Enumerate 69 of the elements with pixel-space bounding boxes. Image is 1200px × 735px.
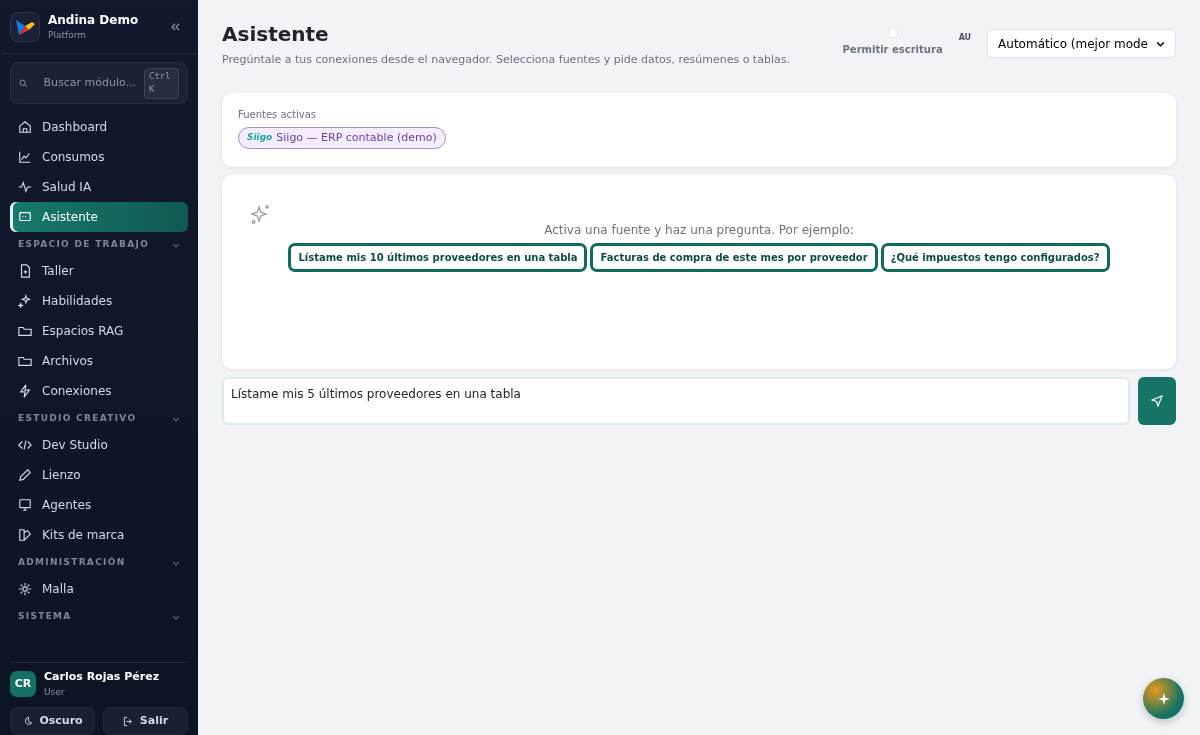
send-icon: [1151, 394, 1163, 407]
section-heading: ADMINISTRACIÓN: [18, 556, 126, 570]
model-select[interactable]: Automático (mejor mode: [987, 29, 1176, 58]
write-label: Permitir escritura: [842, 43, 943, 57]
nav-item[interactable]: Consumos: [10, 142, 188, 172]
brand-subtitle: Platform: [48, 28, 87, 42]
moon-icon: [22, 715, 34, 727]
nav-item[interactable]: Archivos: [10, 346, 188, 376]
nav-item[interactable]: Asistente: [10, 202, 188, 232]
user-name: Carlos Rojas Pérez: [44, 669, 160, 685]
nav-icon: [18, 180, 32, 194]
nav-icon: [18, 498, 32, 512]
user-avatar: CR: [10, 671, 36, 697]
nav-icon: [18, 120, 32, 134]
write-checkbox[interactable]: [887, 28, 898, 38]
nav-item[interactable]: Conexiones: [10, 376, 188, 406]
chevron-icon[interactable]: [172, 613, 180, 621]
chevron-icon[interactable]: [172, 559, 180, 567]
page-subtitle: Pregúntale a tus conexiones desde el navegador. Selecciona fuentes y pide datos, resúmenes o tablas.: [222, 52, 790, 68]
sparkle-icon: [250, 202, 272, 225]
brand-name: Andina Demo: [48, 11, 140, 29]
nav-item[interactable]: Malla: [10, 574, 188, 604]
nav-icon: [18, 582, 32, 596]
nav-icon: [18, 468, 32, 482]
empty-prompt: Activa una fuente y haz una pregunta. Por ejemplo:: [543, 221, 855, 239]
search-field[interactable]: Buscar módulo... Ctrl K: [10, 62, 188, 104]
bird-logo-icon: [10, 11, 40, 42]
chevron-icon[interactable]: [172, 415, 180, 423]
assistant-orb-button[interactable]: [1143, 678, 1184, 719]
source-chip[interactable]: Siigo Siigo — ERP contable (demo): [238, 126, 446, 149]
shortcut-key: Ctrl K: [144, 67, 179, 99]
nav-item[interactable]: Taller: [10, 256, 188, 286]
example-button[interactable]: ¿Qué impuestos tengo configurados?: [880, 242, 1110, 272]
nav-item[interactable]: Habilidades: [10, 286, 188, 316]
chevron-icon[interactable]: [172, 241, 180, 249]
source-logo: Siigo: [247, 131, 273, 144]
message-input[interactable]: Lístame mis 5 últimos proveedores en una tabla: [222, 376, 1130, 425]
nav-icon: [18, 438, 32, 452]
send-button[interactable]: [1138, 376, 1176, 425]
nav-icon: [18, 384, 32, 398]
section-heading: SISTEMA: [18, 610, 72, 624]
nav-item[interactable]: Agentes: [10, 490, 188, 520]
section-heading: ESPACIO DE TRABAJO: [18, 238, 150, 252]
nav-icon: [18, 210, 32, 224]
page-title: Asistente: [222, 22, 330, 46]
nav-icon: [18, 528, 32, 542]
nav-item[interactable]: Espacios RAG: [10, 316, 188, 346]
nav-item[interactable]: Lienzo: [10, 460, 188, 490]
nav-icon: [18, 354, 32, 368]
search-icon: [19, 77, 28, 89]
collapse-icon[interactable]: [170, 21, 180, 32]
model-label: AU: [958, 32, 972, 44]
example-button[interactable]: Lístame mis 10 últimos proveedores en una tabla: [288, 242, 588, 272]
section-heading: ESTUDIO CREATIVO: [18, 412, 137, 426]
nav-icon: [18, 294, 32, 308]
chevron-icon: [1156, 39, 1165, 48]
logout-button[interactable]: Salir: [103, 707, 188, 735]
nav-icon: [18, 150, 32, 164]
user-role: User: [44, 685, 66, 699]
nav-icon: [18, 264, 32, 278]
sources-title: Fuentes activas: [238, 107, 318, 122]
nav-item[interactable]: Salud IA: [10, 172, 188, 202]
nav-item[interactable]: Dev Studio: [10, 430, 188, 460]
nav-icon: [18, 324, 32, 338]
example-button[interactable]: Facturas de compra de este mes por proveedor: [590, 242, 878, 272]
logout-icon: [122, 715, 134, 727]
nav-item[interactable]: Dashboard: [10, 112, 188, 142]
theme-button[interactable]: Oscuro: [10, 707, 95, 735]
nav-item[interactable]: Kits de marca: [10, 520, 188, 550]
